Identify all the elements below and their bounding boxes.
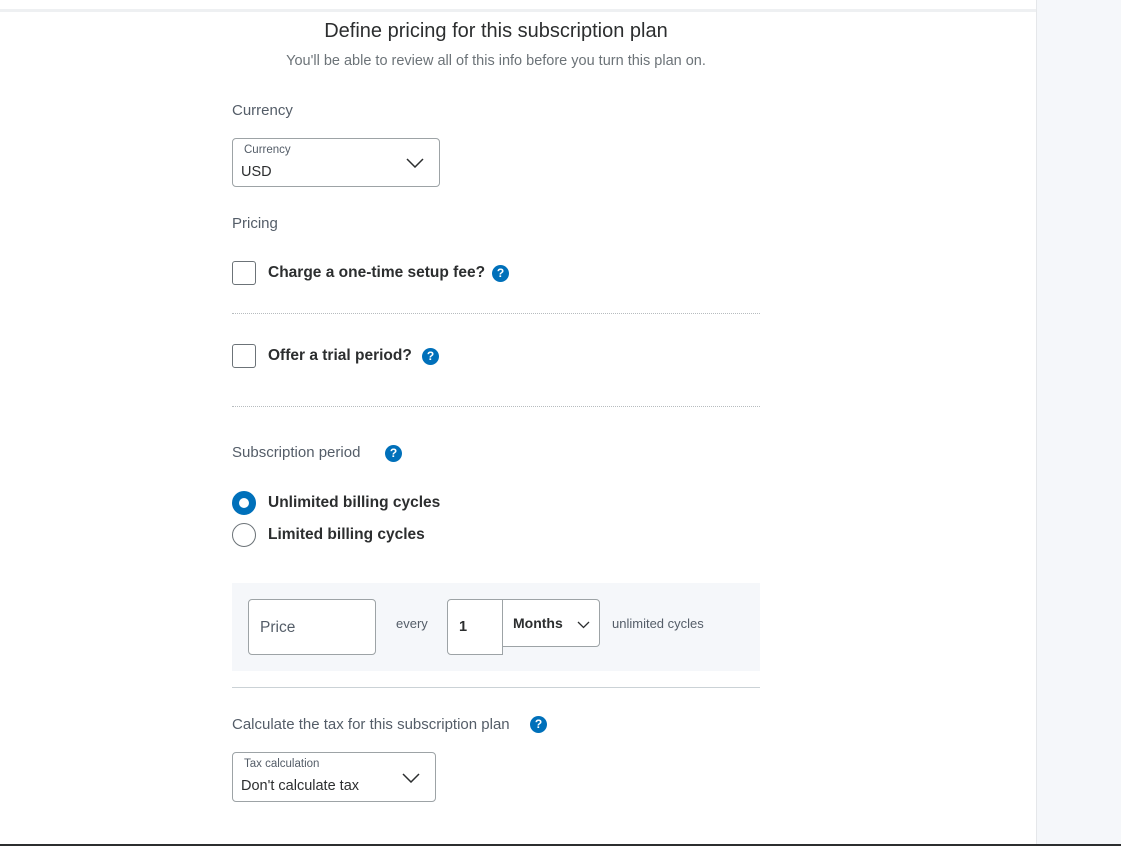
help-icon[interactable]: ?: [422, 348, 439, 365]
divider: [232, 406, 760, 407]
tax-calculation-select[interactable]: Tax calculation Don't calculate tax: [232, 752, 436, 802]
right-side-panel: [1036, 0, 1121, 846]
divider: [232, 313, 760, 314]
limited-cycles-radio[interactable]: [232, 523, 256, 547]
setup-fee-checkbox[interactable]: [232, 261, 256, 285]
chevron-down-icon: [402, 773, 420, 783]
price-placeholder: Price: [260, 619, 296, 636]
currency-value: USD: [241, 164, 272, 180]
tax-field-label: Tax calculation: [244, 758, 320, 770]
help-icon[interactable]: ?: [385, 445, 402, 462]
trial-period-checkbox[interactable]: [232, 344, 256, 368]
price-input[interactable]: Price: [248, 599, 376, 655]
chevron-down-icon: [406, 158, 424, 168]
chevron-down-icon: [577, 621, 590, 629]
top-divider: [0, 9, 1036, 12]
unlimited-cycles-radio[interactable]: [232, 491, 256, 515]
interval-unit-value: Months: [513, 615, 563, 631]
currency-section-label: Currency: [232, 102, 293, 119]
cycles-label: unlimited cycles: [612, 616, 704, 631]
tax-value: Don't calculate tax: [241, 778, 360, 794]
page-title: Define pricing for this subscription pla…: [324, 20, 668, 42]
currency-field-label: Currency: [244, 144, 291, 156]
interval-count-value: 1: [459, 619, 468, 635]
interval-count-input[interactable]: 1: [447, 599, 503, 655]
pricing-section-label: Pricing: [232, 215, 278, 232]
trial-period-label[interactable]: Offer a trial period?: [268, 347, 412, 365]
setup-fee-label[interactable]: Charge a one-time setup fee?: [268, 264, 485, 282]
help-icon[interactable]: ?: [530, 716, 547, 733]
limited-cycles-label[interactable]: Limited billing cycles: [268, 526, 425, 544]
unlimited-cycles-label[interactable]: Unlimited billing cycles: [268, 494, 440, 512]
subscription-period-label: Subscription period: [232, 444, 361, 461]
divider: [232, 687, 760, 688]
every-label: every: [396, 616, 428, 631]
help-icon[interactable]: ?: [492, 265, 509, 282]
page-subtitle: You'll be able to review all of this inf…: [286, 53, 706, 69]
tax-section-label: Calculate the tax for this subscription …: [232, 716, 510, 733]
currency-select[interactable]: Currency USD: [232, 138, 440, 187]
interval-unit-select[interactable]: Months: [502, 599, 600, 647]
